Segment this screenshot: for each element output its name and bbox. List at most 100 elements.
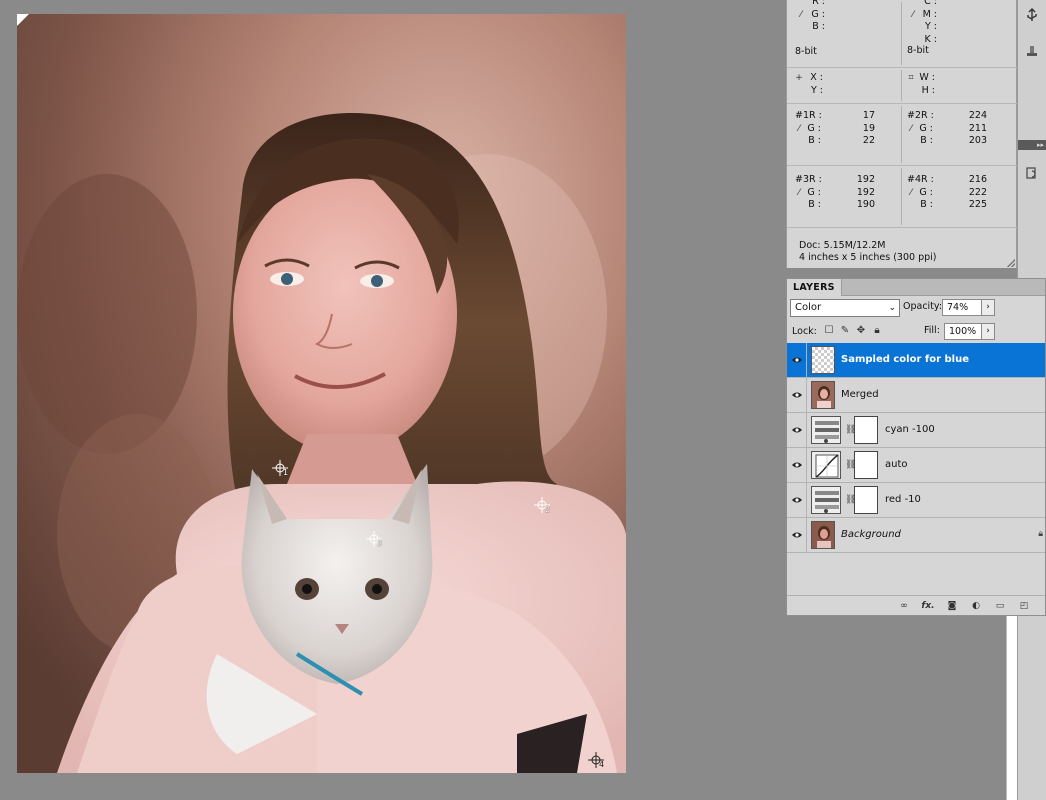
fill-slider-button[interactable]: › [981, 323, 995, 340]
sampler-2-g-value: 211 [968, 122, 987, 134]
layer-name: Merged [841, 389, 879, 400]
opacity-field[interactable]: 74% [942, 299, 982, 316]
sampler-3-r-value: 192 [856, 174, 875, 185]
opacity-label: Opacity: [903, 301, 943, 312]
layer-name: auto [885, 459, 908, 470]
eyedropper-icon: ⁄ [910, 187, 912, 198]
blend-mode-value: Color [795, 302, 822, 313]
eyedropper-icon: ⁄ [912, 9, 914, 20]
layer-cyan-100[interactable]: ⛓ cyan -100 [787, 413, 1045, 448]
lock-paint-icon[interactable]: ✎ [840, 325, 850, 337]
blend-mode-select[interactable]: Color ⌄ [790, 299, 900, 317]
selection-icon: ⌗ [908, 73, 914, 83]
history-tool-button[interactable] [1021, 162, 1043, 184]
link-icon[interactable]: ⛓ [845, 424, 856, 436]
eyedropper-icon: ⁄ [800, 9, 802, 20]
sampler-4-r-label: #4R : [907, 174, 934, 185]
resize-grip-icon[interactable] [1007, 259, 1015, 267]
y-label: Y : [810, 84, 823, 96]
curves-adjustment-icon [811, 451, 841, 479]
tab-layers[interactable]: LAYERS [787, 279, 842, 296]
layer-name: Sampled color for blue [841, 354, 970, 365]
link-icon[interactable]: ⛓ [845, 459, 856, 471]
layer-list: Sampled color for blue Merged ⛓ cyan -10… [787, 343, 1045, 553]
lock-transparency-icon[interactable]: ☐ [824, 325, 834, 337]
color-sampler-3[interactable]: 3 [366, 531, 383, 548]
layers-panel-footer: ∞ fx. ◙ ◐ ▭ ◰ [787, 595, 1045, 615]
collapse-bar[interactable]: ▸▸ [1018, 140, 1046, 150]
eye-icon [791, 357, 802, 363]
color-sampler-1[interactable]: 1 [272, 460, 288, 477]
portrait-thumbnail-icon [812, 382, 834, 408]
sampler-4-b-label: B : [920, 199, 933, 210]
layer-mask-thumbnail[interactable] [854, 486, 878, 514]
portrait-photo [17, 14, 626, 773]
cyan-label: C : [924, 0, 937, 7]
layer-thumbnail [811, 381, 835, 409]
sampler-1-g-label: G : [807, 122, 821, 134]
usb-tool-button[interactable] [1021, 4, 1043, 26]
link-layers-icon[interactable]: ∞ [897, 600, 911, 612]
visibility-toggle[interactable] [787, 518, 807, 552]
info-position-readout: + X : Y : ⌗ W : H : [787, 68, 1018, 104]
sampler-1-b-label: B : [808, 135, 821, 146]
selective-color-adjustment-icon [811, 486, 841, 514]
add-mask-icon[interactable]: ◙ [945, 600, 959, 612]
sampler-2-r-value: 224 [968, 110, 987, 121]
lock-options: ☐ ✎ ✥ 🔒︎ [824, 325, 882, 337]
color-sampler-4[interactable]: 4 [588, 752, 604, 769]
stamp-icon [1027, 46, 1037, 56]
layer-background[interactable]: Background 🔒︎ [787, 518, 1045, 553]
visibility-toggle[interactable] [787, 413, 807, 447]
sampler-3-g-label: G : [807, 186, 821, 198]
sampler-3-b-label: B : [808, 199, 821, 210]
info-samplers-3-4: #3R : 192 ⁄ G : 192 B : 190 #4R : 216 ⁄ G : 222… [787, 166, 1018, 228]
link-icon[interactable]: ⛓ [845, 494, 856, 506]
usb-icon [1027, 8, 1037, 21]
lock-all-icon[interactable]: 🔒︎ [872, 325, 882, 337]
bit-depth-right: 8-bit [907, 45, 929, 56]
sampler-1-r-label: #1R : [795, 110, 822, 121]
visibility-toggle[interactable] [787, 378, 807, 412]
sampler-2-g-label: G : [919, 122, 933, 134]
sampler-2-r-label: #2R : [907, 110, 934, 121]
magenta-label: M : [922, 8, 937, 20]
eye-icon [791, 427, 802, 433]
visibility-toggle[interactable] [787, 343, 807, 377]
sampler-number: 3 [377, 539, 383, 548]
sampler-number: 2 [545, 505, 551, 514]
eyedropper-icon: ⁄ [910, 123, 912, 134]
stamp-tool-button[interactable] [1021, 40, 1043, 62]
info-panel: R : ⁄ G : B : 8-bit C : ⁄ M : Y : K : 8-bi… [786, 0, 1018, 268]
opacity-slider-button[interactable]: › [981, 299, 995, 316]
visibility-toggle[interactable] [787, 448, 807, 482]
new-group-icon[interactable]: ▭ [993, 600, 1007, 612]
layer-auto[interactable]: ⛓ auto [787, 448, 1045, 483]
color-sampler-2[interactable]: 2 [534, 497, 551, 514]
scrollbar-track[interactable] [1006, 616, 1017, 800]
sampler-1-r-value: 17 [862, 110, 875, 121]
new-layer-icon[interactable]: ◰ [1017, 600, 1031, 612]
layer-red-10[interactable]: ⛓ red -10 [787, 483, 1045, 518]
crosshair-icon: + [795, 73, 803, 83]
layer-sampled-color-for-blue[interactable]: Sampled color for blue [787, 343, 1045, 378]
lock-label: Lock: [792, 326, 817, 337]
layer-thumbnail [811, 521, 835, 549]
sampler-3-r-label: #3R : [795, 174, 822, 185]
adjustment-layer-icon[interactable]: ◐ [969, 600, 983, 612]
layer-mask-thumbnail[interactable] [854, 416, 878, 444]
sampler-1-b-value: 22 [862, 135, 875, 146]
document-canvas[interactable] [17, 14, 626, 773]
fx-icon[interactable]: fx. [921, 600, 935, 612]
layer-merged[interactable]: Merged [787, 378, 1045, 413]
lock-position-icon[interactable]: ✥ [856, 325, 866, 337]
document-info: Doc: 5.15M/12.2M 4 inches x 5 inches (30… [799, 240, 936, 264]
eyedropper-icon: ⁄ [798, 187, 800, 198]
x-label: X : [810, 72, 823, 83]
layer-mask-thumbnail[interactable] [854, 451, 878, 479]
doc-dimensions: 4 inches x 5 inches (300 ppi) [799, 252, 937, 263]
layer-name: cyan -100 [885, 424, 935, 435]
visibility-toggle[interactable] [787, 483, 807, 517]
blue-label: B : [812, 21, 825, 32]
fill-field[interactable]: 100% [944, 323, 982, 340]
